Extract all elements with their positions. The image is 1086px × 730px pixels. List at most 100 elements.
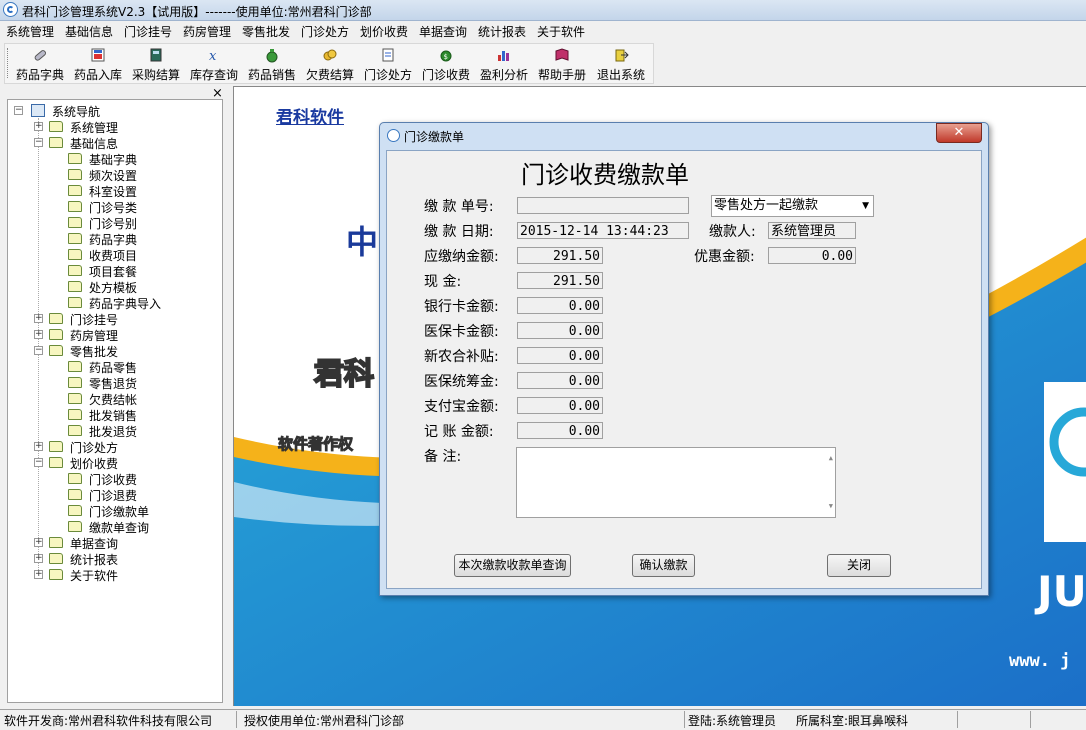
collapse-icon[interactable]: − — [34, 138, 43, 147]
banner-copyright-text: 软件著作权 — [277, 435, 354, 454]
toolbar-stock-in-button[interactable]: 药品入库 — [71, 44, 125, 82]
dialog-close-button[interactable]: ✕ — [936, 123, 982, 143]
label-alipay: 支付宝金额: — [424, 399, 499, 415]
nav-item-label: 科室设置 — [89, 185, 138, 199]
payment-date-field[interactable]: 2015-12-14 13:44:23 — [517, 222, 689, 239]
nav-group-label: 系统管理 — [70, 121, 119, 135]
nav-item-label: 批发退货 — [89, 425, 138, 439]
svg-text:$: $ — [444, 53, 448, 61]
menu-documents[interactable]: 单据查询 — [419, 23, 467, 40]
status-bar: 软件开发商:常州君科软件科技有限公司 授权使用单位:常州君科门诊部 登陆:系统管… — [0, 709, 1086, 730]
label-bank-card: 银行卡金额: — [424, 299, 499, 315]
menu-billing[interactable]: 划价收费 — [360, 23, 408, 40]
credit-field[interactable]: 0.00 — [517, 422, 603, 439]
folder-icon — [49, 569, 63, 580]
banner-heading: 中 — [346, 223, 379, 261]
nav-item-label: 收费项目 — [89, 249, 138, 263]
expand-icon[interactable]: + — [34, 122, 43, 131]
bar-chart-icon — [498, 51, 509, 61]
expand-icon[interactable]: + — [34, 330, 43, 339]
menu-prescription[interactable]: 门诊处方 — [301, 23, 349, 40]
nav-item-label: 药品字典导入 — [89, 297, 162, 311]
nav-item-label: 频次设置 — [89, 169, 138, 183]
toolbar-charge-button[interactable]: $ 门诊收费 — [419, 44, 473, 82]
open-folder-icon — [68, 505, 82, 516]
label-payment-date: 缴 款 日期: — [424, 224, 494, 240]
prescription-icon — [382, 48, 394, 62]
payment-query-button[interactable]: 本次缴款收款单查询 — [454, 554, 571, 577]
menu-about[interactable]: 关于软件 — [537, 23, 585, 40]
folder-icon — [68, 409, 82, 420]
alipay-field[interactable]: 0.00 — [517, 397, 603, 414]
toolbar-help-button[interactable]: 帮助手册 — [535, 44, 589, 82]
folder-icon — [68, 297, 82, 308]
collapse-icon[interactable]: − — [14, 106, 23, 115]
folder-icon — [49, 457, 63, 468]
toolbar-label: 药品销售 — [247, 68, 296, 82]
rural-subsidy-field[interactable]: 0.00 — [517, 347, 603, 364]
calculator-icon — [150, 48, 162, 62]
folder-icon — [68, 265, 82, 276]
menu-reports[interactable]: 统计报表 — [478, 23, 526, 40]
expand-icon[interactable]: + — [34, 570, 43, 579]
toolbar-label: 帮助手册 — [537, 68, 586, 82]
close-button[interactable]: 关闭 — [827, 554, 891, 577]
expand-icon[interactable]: + — [34, 442, 43, 451]
menu-pharmacy[interactable]: 药房管理 — [183, 23, 231, 40]
cash-icon: $ — [440, 50, 452, 62]
dialog-app-icon — [387, 129, 400, 142]
menu-registration[interactable]: 门诊挂号 — [124, 23, 172, 40]
toolbar-purchase-settle-button[interactable]: 采购结算 — [129, 44, 183, 82]
toolbar-prescription-button[interactable]: 门诊处方 — [361, 44, 415, 82]
navigator-icon — [31, 104, 45, 117]
collapse-icon[interactable]: − — [34, 458, 43, 467]
status-login: 登陆:系统管理员 — [688, 714, 777, 728]
nav-group-label: 药房管理 — [70, 329, 119, 343]
menu-system[interactable]: 系统管理 — [6, 23, 54, 40]
folder-icon — [68, 489, 82, 500]
expand-icon[interactable]: + — [34, 554, 43, 563]
label-rural-subsidy: 新农合补贴: — [424, 349, 499, 365]
insurance-card-field[interactable]: 0.00 — [517, 322, 603, 339]
remark-textarea[interactable]: ▲ ▼ — [516, 447, 836, 518]
toolbar-drug-sales-button[interactable]: 药品销售 — [245, 44, 299, 82]
toolbar-arrears-settle-button[interactable]: 欠费结算 — [303, 44, 357, 82]
payment-no-field[interactable] — [517, 197, 689, 214]
bank-card-field[interactable]: 0.00 — [517, 297, 603, 314]
toolbar-stock-query-button[interactable]: x 库存查询 — [187, 44, 241, 82]
expand-icon[interactable]: + — [34, 314, 43, 323]
folder-icon — [68, 185, 82, 196]
dialog-title: 门诊缴款单 — [404, 130, 465, 144]
folder-icon — [68, 281, 82, 292]
toolbar-label: 药品字典 — [15, 68, 64, 82]
folder-icon — [68, 201, 82, 212]
menu-bar: 系统管理 基础信息 门诊挂号 药房管理 零售批发 门诊处方 划价收费 单据查询 … — [0, 21, 1086, 41]
label-discount: 优惠金额: — [694, 249, 755, 265]
pooled-fund-field[interactable]: 0.00 — [517, 372, 603, 389]
cash-field[interactable]: 291.50 — [517, 272, 603, 289]
expand-icon[interactable]: + — [34, 538, 43, 547]
toolbar-profit-analysis-button[interactable]: 盈利分析 — [477, 44, 531, 82]
folder-icon — [49, 553, 63, 564]
discount-field[interactable]: 0.00 — [768, 247, 856, 264]
toolbar-drug-dictionary-button[interactable]: 药品字典 — [13, 44, 67, 82]
label-credit: 记 账 金额: — [424, 424, 494, 440]
menu-basic-info[interactable]: 基础信息 — [65, 23, 113, 40]
label-cash: 现 金: — [424, 274, 462, 290]
app-logo-icon — [3, 2, 18, 17]
payer-field[interactable]: 系统管理员 — [768, 222, 856, 239]
confirm-payment-button[interactable]: 确认缴款 — [632, 554, 695, 577]
brand-link[interactable]: 君科软件 — [276, 103, 344, 128]
payment-mode-select[interactable]: 零售处方一起缴款 ▼ — [711, 195, 874, 217]
amount-due-field[interactable]: 291.50 — [517, 247, 603, 264]
collapse-icon[interactable]: − — [34, 346, 43, 355]
menu-retail[interactable]: 零售批发 — [242, 23, 290, 40]
toolbar-grip[interactable] — [7, 48, 11, 78]
nav-item-label: 门诊缴款单 — [89, 505, 150, 519]
window-title-bar[interactable]: 君科门诊管理系统V2.3【试用版】-------使用单位:常州君科门诊部 — [0, 0, 1086, 21]
scroll-up-icon[interactable]: ▲ — [829, 450, 833, 467]
scroll-down-icon[interactable]: ▼ — [829, 498, 833, 515]
toolbar-exit-button[interactable]: 退出系统 — [593, 44, 649, 82]
toolbar-label: 门诊处方 — [363, 68, 412, 82]
nav-item-label: 门诊收费 — [89, 473, 138, 487]
